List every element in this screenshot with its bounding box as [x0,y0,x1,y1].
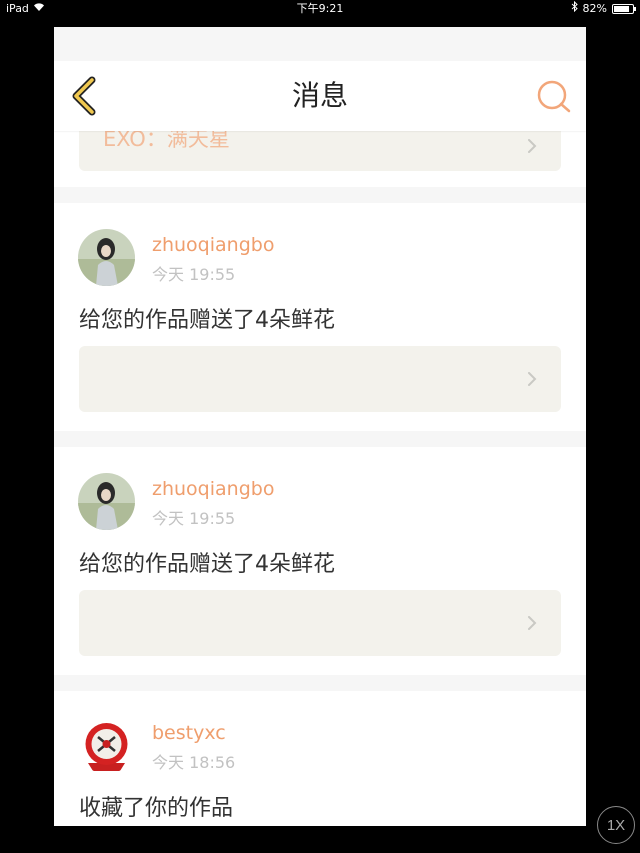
avatar[interactable] [78,473,135,530]
message-text: 收藏了你的作品 [79,796,234,821]
chevron-right-icon [528,372,537,386]
battery-icon [612,4,636,14]
work-link[interactable] [79,590,561,656]
zoom-button[interactable]: 1X [597,806,635,844]
bluetooth-icon [571,0,578,18]
chevron-right-icon [528,139,537,153]
message-list: EXO：满天星 zhuoqiangbo 今天 19:55 给您的作品赠送了4朵鲜… [54,127,586,826]
search-button[interactable] [536,79,572,115]
username[interactable]: bestyxc [152,722,226,744]
timestamp: 今天 18:56 [152,753,236,772]
message-text: 给您的作品赠送了4朵鲜花 [79,552,335,577]
work-link[interactable] [79,346,561,412]
message-text: 给您的作品赠送了4朵鲜花 [79,308,335,333]
avatar[interactable] [78,717,135,774]
username[interactable]: zhuoqiangbo [152,478,274,500]
clock: 下午9:21 [296,2,344,15]
work-link[interactable]: EXO：满天星 [79,127,561,171]
username[interactable]: zhuoqiangbo [152,234,274,256]
status-bar: iPad 下午9:21 82% [0,0,640,18]
avatar[interactable] [78,229,135,286]
timestamp: 今天 19:55 [152,509,236,528]
list-item: zhuoqiangbo 今天 19:55 给您的作品赠送了4朵鲜花 [54,203,586,431]
app-window: 消息 EXO：满天星 zhuoqiangbo 今天 19:55 给您的作品赠送了… [54,27,586,826]
list-item: zhuoqiangbo 今天 19:55 给您的作品赠送了4朵鲜花 [54,447,586,675]
list-item: bestyxc 今天 18:56 收藏了你的作品 [54,691,586,826]
nav-bar: 消息 [54,61,586,131]
chevron-right-icon [528,616,537,630]
battery-percent: 82% [582,2,607,15]
search-icon [537,80,571,113]
list-item: EXO：满天星 [54,127,586,187]
page-title: 消息 [291,79,348,112]
timestamp: 今天 19:55 [152,265,236,284]
